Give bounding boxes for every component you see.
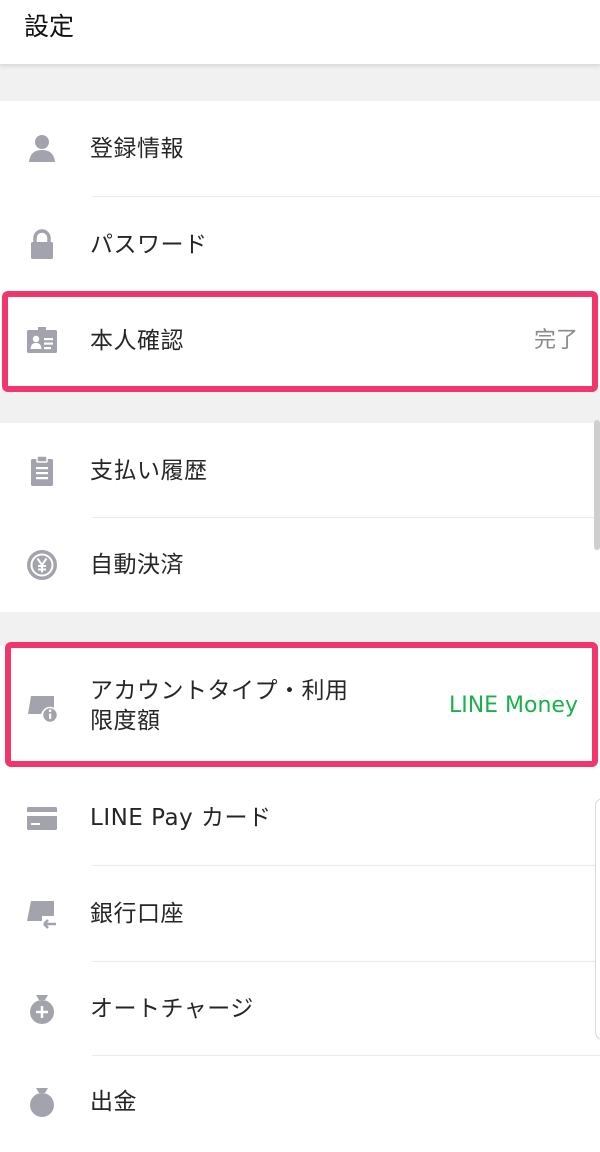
section-gap [0,389,600,423]
settings-item-label: 自動決済 [90,552,184,578]
settings-item-label: 支払い履歴 [90,457,208,484]
settings-item-label: アカウントタイプ・利用 限度額 [90,678,349,734]
settings-item-label: LINE Pay カード [90,805,272,831]
settings-item-identity[interactable]: 本人確認 完了 [0,293,600,389]
side-panel-edge [595,798,600,1040]
settings-item-label: 本人確認 [90,328,184,354]
settings-item-payment-history[interactable]: 支払い履歴 [0,423,600,518]
money-bag-icon [24,1084,60,1120]
settings-item-label: 登録情報 [90,136,184,162]
settings-item-linepay-card[interactable]: LINE Pay カード [0,770,600,866]
id-card-icon [24,323,60,359]
settings-item-registration[interactable]: 登録情報 [0,101,600,197]
settings-item-auto-charge[interactable]: オートチャージ [0,962,600,1056]
lock-icon [24,227,60,263]
settings-item-withdraw[interactable]: 出金 [0,1056,600,1152]
settings-item-label: 出金 [90,1089,137,1115]
settings-item-label: 銀行口座 [90,901,184,927]
card-icon [24,800,60,836]
settings-item-label: パスワード [90,232,208,258]
account-type-value: LINE Money [448,693,578,718]
bank-transfer-icon [24,896,60,932]
page-title: 設定 [24,12,75,41]
section-gap [0,612,600,646]
settings-item-account-type[interactable]: アカウントタイプ・利用 限度額 LINE Money [0,646,600,766]
account-info-icon [24,688,60,724]
settings-item-bank-account[interactable]: 銀行口座 [0,866,600,962]
clipboard-icon [24,453,60,489]
money-bag-plus-icon [24,991,60,1027]
scrollbar[interactable] [594,420,600,550]
yen-coin-icon [24,547,60,583]
app-header: 設定 [0,0,600,65]
settings-item-label: オートチャージ [90,996,254,1022]
identity-status-value: 完了 [533,328,578,353]
section-gap [0,65,600,101]
person-icon [24,131,60,167]
settings-item-password[interactable]: パスワード [0,197,600,293]
settings-item-auto-pay[interactable]: 自動決済 [0,518,600,612]
